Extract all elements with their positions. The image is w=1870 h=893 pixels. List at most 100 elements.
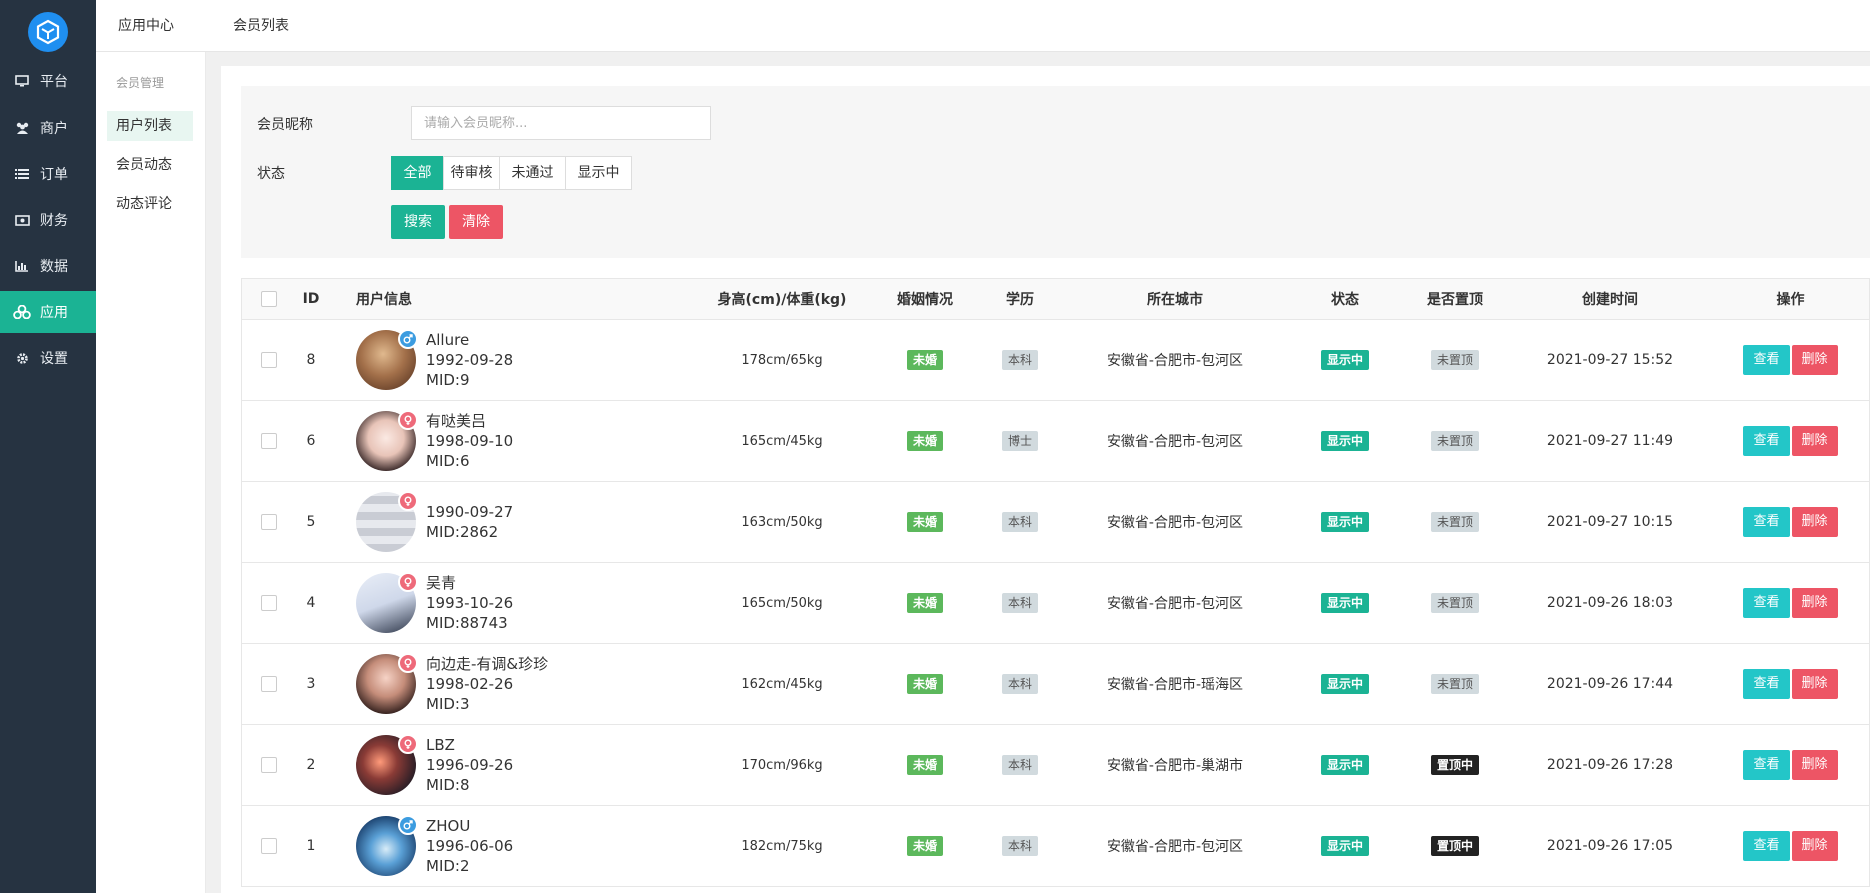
body-cell: 178cm/65kg [741, 352, 823, 368]
sidebar-item-merchant[interactable]: 商户 [0, 107, 96, 149]
education-cell: 博士 [980, 401, 1060, 481]
col-header-city: 所在城市 [1147, 292, 1203, 308]
row-checkbox[interactable] [261, 838, 277, 854]
pinned-badge: 未置顶 [1430, 512, 1479, 532]
sidebar-item-settings[interactable]: 设置 [0, 337, 96, 379]
row-checkbox[interactable] [261, 757, 277, 773]
table-header-row: ID 用户信息 身高(cm)/体重(kg) 婚姻情况 学历 所在城市 状态 是否… [241, 278, 1870, 320]
list-icon [0, 168, 40, 180]
submenu-item-member-activity[interactable]: 会员动态 [107, 150, 193, 180]
col-header-pinned: 是否置顶 [1427, 292, 1483, 308]
submenu-item-activity-comments[interactable]: 动态评论 [107, 189, 193, 219]
select-all-checkbox[interactable] [261, 291, 277, 307]
delete-button[interactable]: 删除 [1791, 588, 1838, 618]
row-checkbox[interactable] [261, 514, 277, 530]
body-cell: 165cm/50kg [741, 595, 823, 611]
view-button[interactable]: 查看 [1743, 669, 1790, 699]
actions-cell: 查看 删除 [1710, 482, 1870, 562]
body-cell: 165cm/45kg [741, 433, 823, 449]
pinned-badge: 置顶中 [1430, 755, 1479, 775]
users-icon [0, 122, 40, 134]
user-birthday: 1992-09-28 [426, 351, 514, 369]
col-header-actions: 操作 [1776, 292, 1805, 308]
view-button[interactable]: 查看 [1743, 750, 1790, 780]
status-badge: 显示中 [1320, 350, 1369, 370]
cubes-icon [0, 305, 40, 319]
user-birthday: 1998-09-10 [426, 432, 514, 450]
app-logo[interactable] [28, 12, 68, 52]
status-filter-showing[interactable]: 显示中 [565, 156, 632, 190]
user-birthday: 1990-09-27 [426, 503, 514, 521]
status-filter-pending[interactable]: 待审核 [443, 156, 500, 190]
female-icon [398, 410, 418, 430]
delete-button[interactable]: 删除 [1791, 426, 1838, 456]
row-checkbox[interactable] [261, 595, 277, 611]
user-nickname: 向边走-有调&珍珍 [426, 655, 549, 673]
delete-button[interactable]: 删除 [1791, 750, 1838, 780]
pinned-badge: 置顶中 [1430, 836, 1479, 856]
row-checkbox[interactable] [261, 433, 277, 449]
row-select-cell [242, 644, 296, 724]
row-select-cell [242, 563, 296, 643]
clear-button[interactable]: 清除 [449, 205, 503, 239]
delete-button[interactable]: 删除 [1791, 669, 1838, 699]
view-button[interactable]: 查看 [1743, 507, 1790, 537]
delete-button[interactable]: 删除 [1791, 831, 1838, 861]
marriage-badge: 未婚 [906, 512, 943, 532]
content-panel: 会员昵称 状态 全部 待审核 未通过 显示中 搜索 清除 ID 用户信息 身高(… [221, 66, 1870, 893]
top-nav-member-list[interactable]: 会员列表 [233, 0, 289, 52]
filter-panel: 会员昵称 状态 全部 待审核 未通过 显示中 搜索 清除 [241, 86, 1870, 258]
view-button[interactable]: 查看 [1743, 588, 1790, 618]
select-all-cell [242, 279, 296, 319]
status-label: 状态 [257, 166, 285, 182]
user-info: LBZ 1996-09-26 MID:8 [426, 735, 513, 795]
actions-cell: 查看 删除 [1710, 806, 1870, 886]
education-cell: 本科 [980, 725, 1060, 805]
user-info-cell: 1990-09-27 MID:2862 [356, 482, 676, 562]
view-button[interactable]: 查看 [1743, 831, 1790, 861]
monitor-icon [0, 75, 40, 87]
row-select-cell [242, 725, 296, 805]
marriage-badge: 未婚 [906, 593, 943, 613]
avatar-wrapper [356, 410, 418, 471]
user-nickname: 吴青 [426, 574, 457, 592]
nickname-label: 会员昵称 [257, 117, 313, 133]
col-header-marriage: 婚姻情况 [897, 292, 953, 308]
pinned-cell: 未置顶 [1400, 320, 1510, 400]
col-header-education: 学历 [1006, 292, 1034, 308]
education-cell: 本科 [980, 320, 1060, 400]
status-filter-all[interactable]: 全部 [391, 156, 444, 190]
table-row: 4 吴青 1993-10-26 MID:88743 165cm/50kg 未婚 本科 安徽省-… [241, 563, 1870, 644]
sidebar-item-orders[interactable]: 订单 [0, 153, 96, 195]
row-id: 3 [306, 676, 316, 692]
sidebar-item-data[interactable]: 数据 [0, 245, 96, 287]
created-time-cell: 2021-09-26 17:05 [1546, 838, 1674, 854]
education-cell: 本科 [980, 806, 1060, 886]
avatar-wrapper [356, 734, 418, 795]
table-row: 1 ZHOU 1996-06-06 MID:2 182cm/75kg 未婚 本科 安徽省-合肥… [241, 806, 1870, 887]
search-button[interactable]: 搜索 [391, 205, 445, 239]
delete-button[interactable]: 删除 [1791, 507, 1838, 537]
sidebar-item-platform[interactable]: 平台 [0, 60, 96, 102]
row-select-cell [242, 482, 296, 562]
delete-button[interactable]: 删除 [1791, 345, 1838, 375]
city-cell: 安徽省-合肥市-巢湖市 [1106, 758, 1244, 774]
sidebar-item-label: 平台 [40, 74, 68, 90]
status-filter-rejected[interactable]: 未通过 [499, 156, 566, 190]
created-time-cell: 2021-09-27 10:15 [1546, 514, 1674, 530]
sidebar-item-finance[interactable]: 财务 [0, 199, 96, 241]
education-badge: 本科 [1001, 755, 1038, 775]
row-checkbox[interactable] [261, 352, 277, 368]
sidebar-item-label: 财务 [40, 213, 68, 229]
view-button[interactable]: 查看 [1743, 345, 1790, 375]
row-id: 2 [306, 757, 316, 773]
sidebar-item-apps[interactable]: 应用 [0, 291, 96, 333]
top-nav-app-center[interactable]: 应用中心 [118, 0, 174, 52]
row-checkbox[interactable] [261, 676, 277, 692]
male-icon [398, 329, 418, 349]
submenu-item-user-list[interactable]: 用户列表 [107, 111, 193, 141]
user-info-cell: ZHOU 1996-06-06 MID:2 [356, 806, 676, 886]
nickname-search-input[interactable] [411, 106, 711, 140]
education-badge: 博士 [1001, 431, 1038, 451]
view-button[interactable]: 查看 [1743, 426, 1790, 456]
